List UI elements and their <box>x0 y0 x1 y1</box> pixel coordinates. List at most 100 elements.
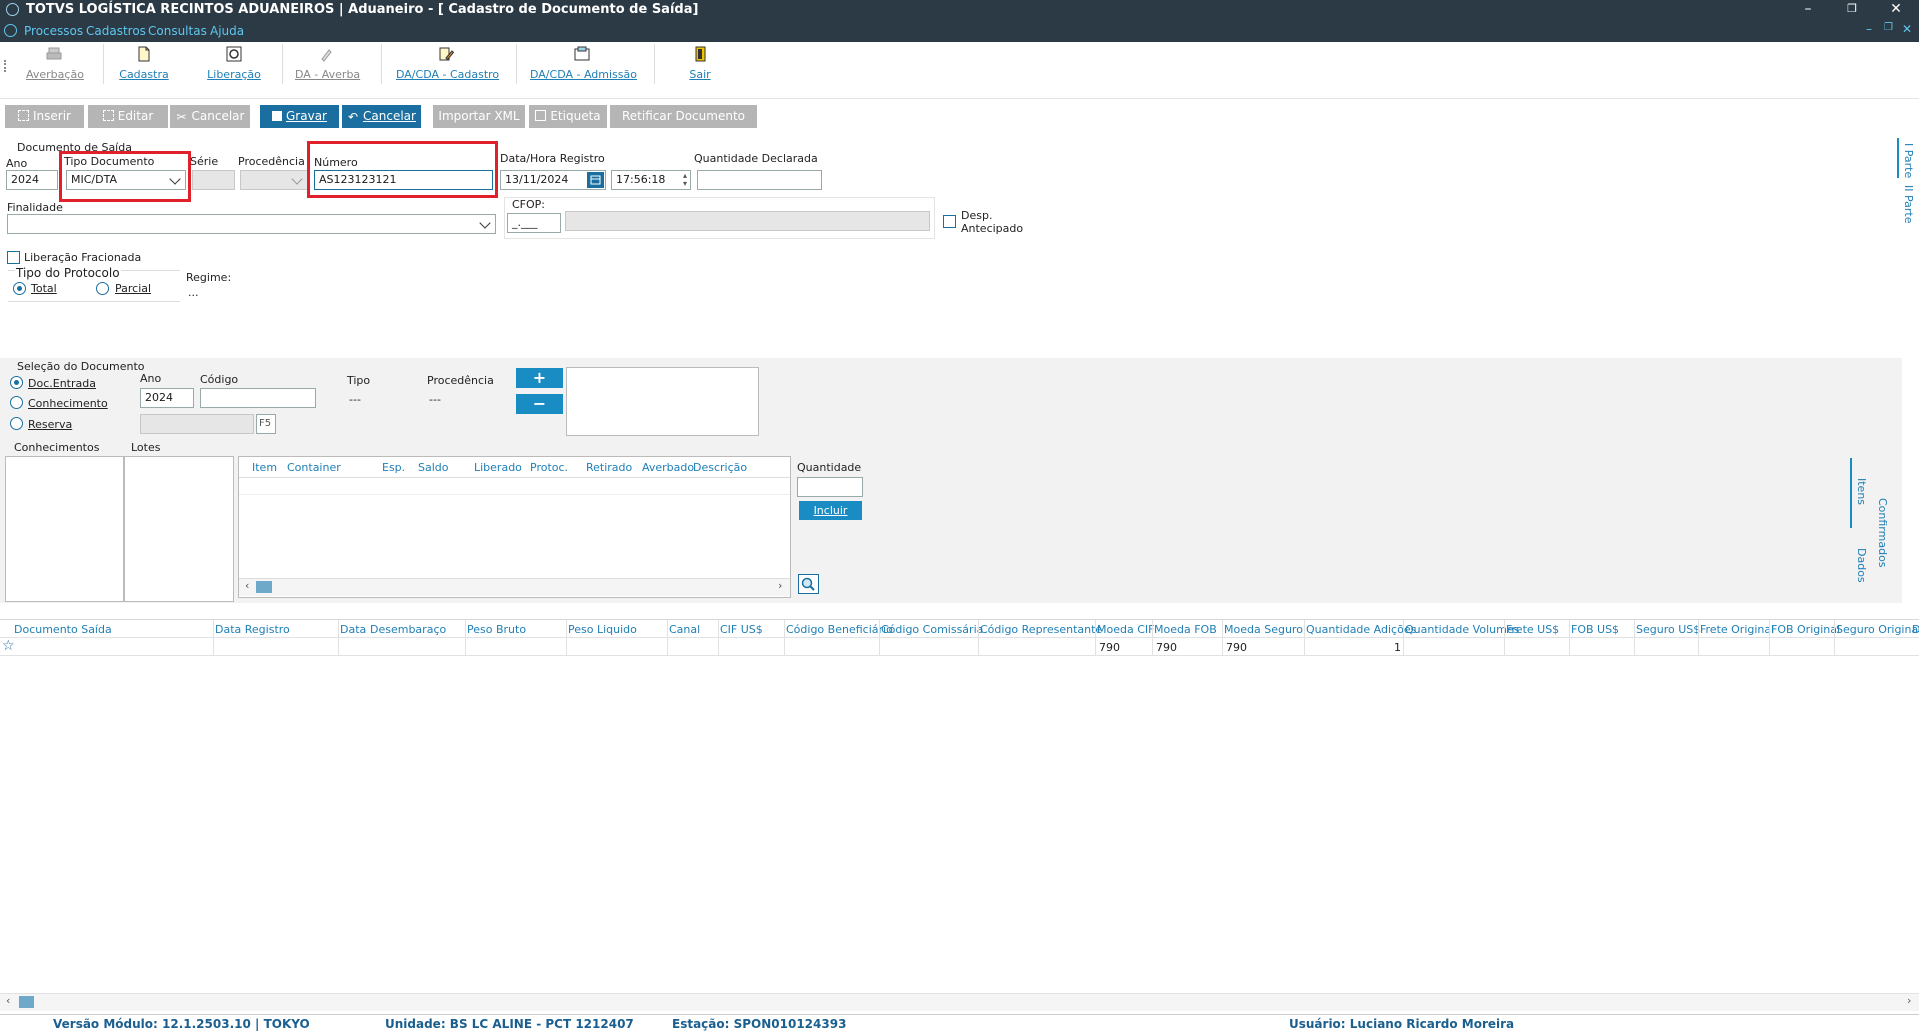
grid-col-desembaraco[interactable]: Desembaraço <box>370 623 446 636</box>
finalidade-select[interactable] <box>7 214 496 234</box>
grid-col-moeda-cif[interactable]: Moeda CIF <box>1097 623 1154 636</box>
col-retirado[interactable]: Retirado <box>586 461 632 474</box>
f5-button[interactable]: F5 <box>256 414 276 434</box>
toolbar-dacda-admissao[interactable]: DA/CDA - Admissão <box>530 44 637 81</box>
grid-col-data-registro[interactable]: Data Registro <box>215 623 290 636</box>
menu-consultas[interactable]: Consultas <box>148 24 207 38</box>
grid-col-seguro-original[interactable]: Seguro Original <box>1836 623 1919 636</box>
grid-col-qtd-volumes[interactable]: Quantidade Volumes <box>1405 623 1519 636</box>
ano-input[interactable]: 2024 <box>6 170 58 190</box>
close-icon[interactable]: ✕ <box>1878 0 1914 20</box>
selected-docs-list[interactable] <box>566 367 759 436</box>
grid-col-seguro-us[interactable]: Seguro US$ <box>1636 623 1700 636</box>
tab-itens[interactable]: Itens <box>1855 478 1868 505</box>
grid-col-fob-original[interactable]: FOB Original <box>1771 623 1840 636</box>
grid-col-codigo-representante[interactable]: Código Representante <box>980 623 1102 636</box>
grid-hscrollbar[interactable] <box>0 993 1919 1011</box>
toolbar-dacda-cadastro[interactable]: DA/CDA - Cadastro <box>396 44 499 81</box>
grid-col-d[interactable]: D <box>1912 623 1919 636</box>
total-radio[interactable] <box>13 282 26 295</box>
tab-confirmados[interactable]: Confirmados <box>1876 498 1889 568</box>
sel-ano-input[interactable]: 2024 <box>140 388 194 408</box>
grid-cell-moeda-seguro[interactable]: 790 <box>1226 641 1247 654</box>
grid-col-canal[interactable]: Canal <box>669 623 700 636</box>
col-protoc[interactable]: Protoc. <box>530 461 568 474</box>
grid-cell-moeda-fob[interactable]: 790 <box>1156 641 1177 654</box>
procedencia-select[interactable] <box>240 170 308 190</box>
grid-col-cif-us[interactable]: CIF US$ <box>720 623 763 636</box>
incluir-button[interactable]: Incluir <box>799 501 862 520</box>
mdi-restore-icon[interactable]: ❐ <box>1884 22 1893 33</box>
sel-codigo-input[interactable] <box>200 388 316 408</box>
cancelar-button[interactable]: ↶ Cancelar <box>342 105 421 128</box>
conhecimentos-list[interactable] <box>5 456 124 602</box>
add-button[interactable]: + <box>516 368 563 388</box>
grid-col-frete-original[interactable]: Frete Original <box>1700 623 1774 636</box>
toolbar-cadastra[interactable]: Cadastra <box>116 44 172 81</box>
new-row-star-icon[interactable]: ☆ <box>2 638 15 654</box>
tab-dados[interactable]: Dados <box>1855 548 1868 583</box>
grid-col-fob-us[interactable]: FOB US$ <box>1571 623 1619 636</box>
grid-col-documento-saida[interactable]: Documento Saída <box>14 623 112 636</box>
liberacao-fracionada-checkbox[interactable] <box>7 251 20 264</box>
grid-cell-qtd-adicoes[interactable]: 1 <box>1394 641 1401 654</box>
col-descricao[interactable]: Descrição <box>693 461 747 474</box>
spinner-icon[interactable]: ▴ ▾ <box>683 172 687 188</box>
grid-col-peso-liquido[interactable]: Peso Liquido <box>568 623 637 636</box>
tipo-documento-select[interactable]: MIC/DTA <box>66 170 186 190</box>
toolbar-sair[interactable]: Sair <box>680 44 720 81</box>
calendar-icon[interactable] <box>587 172 604 188</box>
mdi-minimize-icon[interactable]: – <box>1866 22 1872 36</box>
grid-cell-moeda-cif[interactable]: 790 <box>1099 641 1120 654</box>
grid-scroll-thumb[interactable] <box>19 996 34 1008</box>
items-scroll-thumb[interactable] <box>256 581 272 593</box>
lotes-list[interactable] <box>124 456 234 602</box>
conhecimento-radio[interactable] <box>10 396 23 409</box>
etiqueta-button[interactable]: Etiqueta <box>529 105 607 128</box>
retificar-documento-button[interactable]: Retificar Documento <box>610 105 757 128</box>
toolbar-averbacao[interactable]: Averbação <box>26 44 84 81</box>
mdi-close-icon[interactable]: ✕ <box>1902 22 1912 36</box>
scroll-left-icon[interactable]: ‹ <box>245 579 249 592</box>
cfop-input[interactable]: _.___ <box>507 213 561 233</box>
cancelar-disabled-button[interactable]: ✂ Cancelar <box>170 105 250 128</box>
grid-scroll-right-icon[interactable]: › <box>1907 994 1911 1007</box>
doc-entrada-radio[interactable] <box>10 376 23 389</box>
quantidade-input[interactable] <box>797 477 863 497</box>
menu-processos[interactable]: Processos <box>24 24 83 38</box>
menu-cadastros[interactable]: Cadastros <box>86 24 146 38</box>
parcial-radio[interactable] <box>96 282 109 295</box>
scroll-right-icon[interactable]: › <box>778 579 782 592</box>
cfop-description-input[interactable] <box>565 211 930 231</box>
editar-button[interactable]: Editar <box>88 105 168 128</box>
hora-registro-input[interactable]: 17:56:18 ▴ ▾ <box>611 170 691 190</box>
toolbar-da-averba[interactable]: DA - Averba <box>295 44 360 81</box>
remove-button[interactable]: − <box>516 394 563 414</box>
restore-icon[interactable]: ❐ <box>1834 0 1870 20</box>
col-saldo[interactable]: Saldo <box>418 461 449 474</box>
grid-col-data[interactable]: Data <box>340 623 366 636</box>
tab-ii-parte[interactable]: II Parte <box>1902 185 1915 223</box>
grid-scroll-left-icon[interactable]: ‹ <box>6 994 10 1007</box>
grid-col-peso-bruto[interactable]: Peso Bruto <box>467 623 526 636</box>
items-hscrollbar[interactable] <box>239 578 790 596</box>
grid-col-moeda-seguro[interactable]: Moeda Seguro <box>1224 623 1303 636</box>
minimize-icon[interactable]: – <box>1790 0 1826 20</box>
col-averbado[interactable]: Averbado <box>642 461 694 474</box>
desp-antecipado-checkbox[interactable] <box>943 215 956 228</box>
numero-input[interactable]: AS123123121 <box>314 170 493 190</box>
serie-input[interactable] <box>192 170 235 190</box>
tab-i-parte[interactable]: I Parte <box>1902 143 1915 178</box>
grid-col-moeda-fob[interactable]: Moeda FOB <box>1154 623 1217 636</box>
menu-ajuda[interactable]: Ajuda <box>210 24 244 38</box>
grid-col-qtd-adicoes[interactable]: Quantidade Adições <box>1306 623 1416 636</box>
inserir-button[interactable]: Inserir <box>5 105 84 128</box>
qtd-declarada-input[interactable] <box>697 170 822 190</box>
importar-xml-button[interactable]: Importar XML <box>433 105 525 128</box>
col-container[interactable]: Container <box>287 461 341 474</box>
grid-col-codigo-comissaria[interactable]: Código Comissária <box>881 623 983 636</box>
gravar-button[interactable]: Gravar <box>260 105 339 128</box>
grid-col-frete-us[interactable]: Frete US$ <box>1506 623 1559 636</box>
grid-col-codigo-beneficiario[interactable]: Código Beneficiário <box>786 623 893 636</box>
search-icon[interactable] <box>798 574 819 594</box>
